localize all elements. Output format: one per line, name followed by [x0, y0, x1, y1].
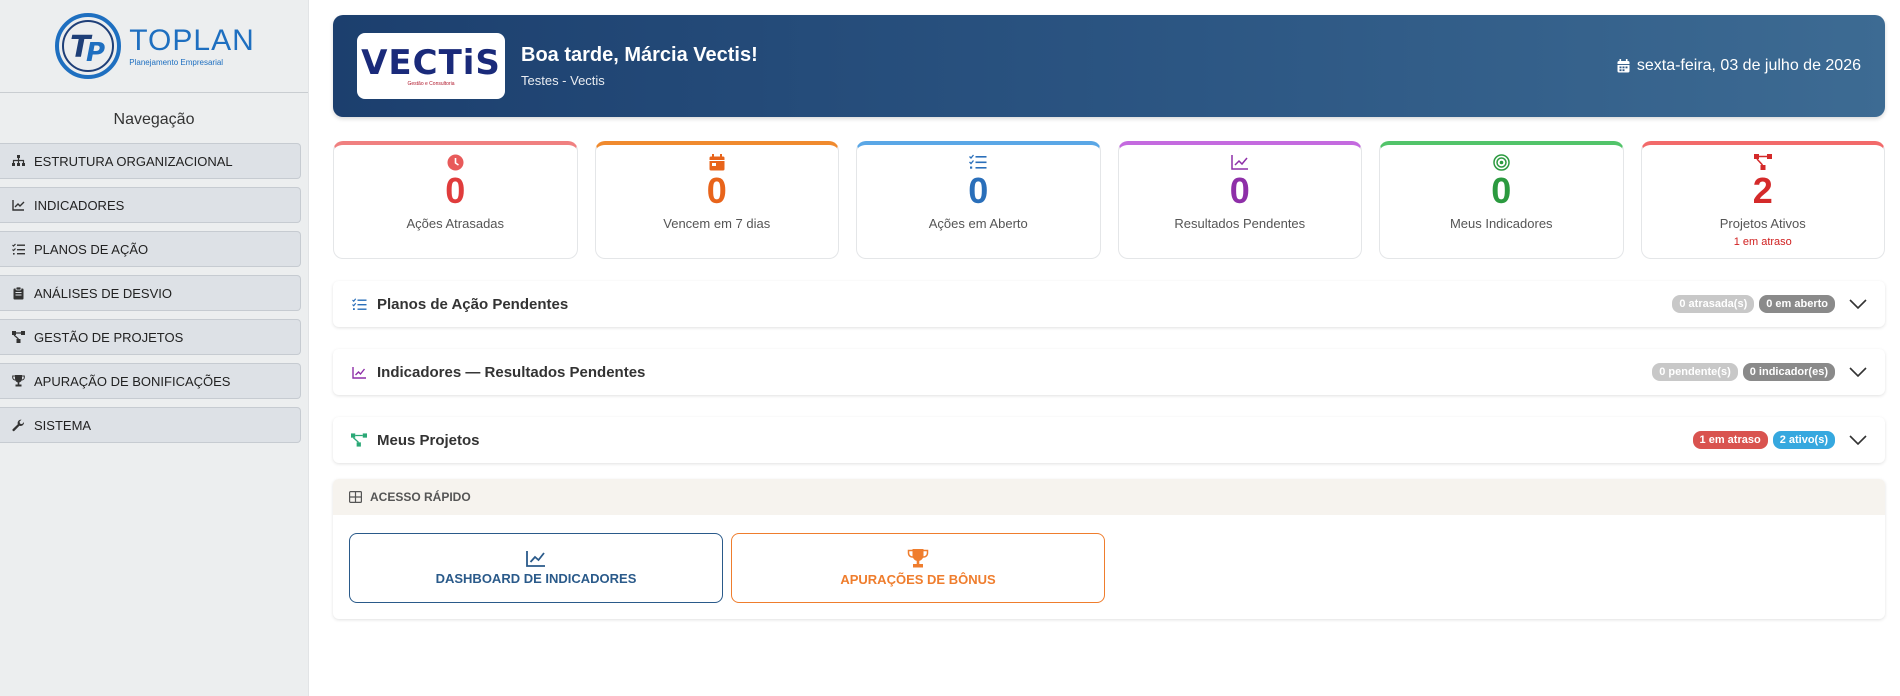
- company-logo-name: VECTiS: [361, 42, 501, 83]
- sidebar-item-label: ANÁLISES DE DESVIO: [34, 285, 172, 301]
- brand-tagline: Planejamento Empresarial: [129, 57, 224, 67]
- badge-pendentes: 0 pendente(s): [1652, 363, 1738, 381]
- chevron-down-icon[interactable]: [1849, 295, 1867, 313]
- button-label: DASHBOARD DE INDICADORES: [435, 571, 637, 586]
- stat-label: Meus Indicadores: [1449, 216, 1553, 231]
- badge-ativos: 2 ativo(s): [1772, 431, 1835, 449]
- stat-value: 0: [445, 170, 466, 211]
- stat-card-resultados-pendentes[interactable]: 0 Resultados Pendentes: [1117, 141, 1362, 259]
- chart-line-icon: [1231, 153, 1249, 171]
- stat-label: Ações Atrasadas: [406, 216, 505, 231]
- clock-icon: [447, 153, 464, 171]
- section-planos-de-acao[interactable]: Planos de Ação Pendentes 0 atrasada(s) 0…: [333, 281, 1885, 327]
- calendar-icon: [709, 153, 725, 171]
- dashboard-indicadores-button[interactable]: DASHBOARD DE INDICADORES: [349, 533, 723, 603]
- sidebar-item-label: SISTEMA: [34, 417, 92, 433]
- chevron-down-icon[interactable]: [1849, 431, 1867, 449]
- section-indicadores[interactable]: Indicadores — Resultados Pendentes 0 pen…: [333, 349, 1885, 395]
- project-diagram-icon: [351, 432, 367, 448]
- nav-list: ESTRUTURA ORGANIZACIONAL INDICADORES PLA…: [0, 143, 308, 443]
- badge-indicadores: 0 indicador(es): [1742, 363, 1835, 381]
- apuracoes-bonus-button[interactable]: APURAÇÕES DE BÔNUS: [731, 533, 1105, 603]
- main-content: VECTiS Gestão e Consultoria Boa tarde, M…: [333, 15, 1885, 619]
- wrench-icon: [10, 417, 26, 433]
- sidebar: T P TOPLAN Planejamento Empresarial Nave…: [0, 0, 309, 696]
- section-title: Planos de Ação Pendentes: [377, 295, 569, 313]
- badge-em-atraso: 1 em atraso: [1692, 431, 1768, 449]
- greeting: Boa tarde, Márcia Vectis!: [521, 44, 758, 66]
- brand-name: TOPLAN: [129, 23, 255, 57]
- svg-text:P: P: [86, 38, 105, 68]
- sidebar-item-label: APURAÇÃO DE BONIFICAÇÕES: [34, 373, 231, 389]
- section-title: Indicadores — Resultados Pendentes: [377, 363, 646, 381]
- sidebar-item-sistema[interactable]: SISTEMA: [0, 407, 301, 443]
- quick-access-panel: ACESSO RÁPIDO DASHBOARD DE INDICADORES A…: [333, 479, 1885, 619]
- stat-cards: 0 Ações Atrasadas 0 Vencem em 7 dias 0 A…: [333, 141, 1885, 259]
- stat-label: Projetos Ativos: [1719, 216, 1806, 231]
- stat-card-acoes-em-aberto[interactable]: 0 Ações em Aberto: [856, 141, 1101, 259]
- stat-note: 1 em atraso: [1733, 236, 1792, 248]
- quick-access-header: ACESSO RÁPIDO: [333, 479, 1885, 515]
- sidebar-item-label: PLANOS DE AÇÃO: [34, 241, 149, 257]
- calendar-icon: [1617, 59, 1630, 73]
- stat-card-projetos-ativos[interactable]: 2 Projetos Ativos 1 em atraso: [1640, 141, 1885, 259]
- stat-card-acoes-atrasadas[interactable]: 0 Ações Atrasadas: [333, 141, 578, 259]
- logo[interactable]: T P TOPLAN Planejamento Empresarial: [0, 0, 308, 93]
- quick-access-title: ACESSO RÁPIDO: [370, 490, 471, 504]
- stat-value: 2: [1752, 170, 1773, 211]
- stat-card-meus-indicadores[interactable]: 0 Meus Indicadores: [1379, 141, 1624, 259]
- line-chart-icon: [10, 197, 26, 213]
- date-text: sexta-feira, 03 de julho de 2026: [1636, 57, 1861, 74]
- grid-icon: [349, 491, 362, 503]
- section-title: Meus Projetos: [377, 431, 480, 449]
- company-name: Testes - Vectis: [521, 73, 605, 88]
- company-logo-sub: Gestão e Consultoria: [407, 80, 455, 87]
- stat-label: Vencem em 7 dias: [663, 216, 771, 231]
- sidebar-item-label: INDICADORES: [34, 197, 125, 213]
- chevron-down-icon[interactable]: [1849, 363, 1867, 381]
- list-check-icon: [10, 241, 26, 257]
- stat-card-vencem-7-dias[interactable]: 0 Vencem em 7 dias: [594, 141, 839, 259]
- stat-label: Resultados Pendentes: [1174, 216, 1306, 231]
- sidebar-item-analises[interactable]: ANÁLISES DE DESVIO: [0, 275, 301, 311]
- button-label: APURAÇÕES DE BÔNUS: [840, 572, 996, 587]
- target-icon: [1493, 153, 1510, 171]
- sidebar-item-planos[interactable]: PLANOS DE AÇÃO: [0, 231, 301, 267]
- trophy-icon: [10, 373, 26, 389]
- clipboard-icon: [10, 285, 26, 301]
- badge-em-aberto: 0 em aberto: [1759, 295, 1835, 313]
- welcome-banner: VECTiS Gestão e Consultoria Boa tarde, M…: [333, 15, 1885, 117]
- list-check-icon: [351, 296, 367, 312]
- sidebar-item-estrutura[interactable]: ESTRUTURA ORGANIZACIONAL: [0, 143, 301, 179]
- sidebar-item-bonificacoes[interactable]: APURAÇÃO DE BONIFICAÇÕES: [0, 363, 301, 399]
- sidebar-item-label: ESTRUTURA ORGANIZACIONAL: [34, 153, 233, 169]
- stat-value: 0: [1491, 170, 1512, 211]
- current-date: sexta-feira, 03 de julho de 2026: [1617, 57, 1861, 75]
- toplan-logo-icon: T P: [55, 13, 122, 79]
- diagram-icon: [10, 329, 26, 345]
- sitemap-icon: [10, 153, 26, 169]
- company-logo: VECTiS Gestão e Consultoria: [357, 33, 505, 99]
- task-list-icon: [969, 153, 987, 171]
- stat-label: Ações em Aberto: [928, 216, 1028, 231]
- stat-value: 0: [968, 170, 989, 211]
- badge-atrasadas: 0 atrasada(s): [1672, 295, 1755, 313]
- project-diagram-icon: [1753, 153, 1772, 171]
- chart-line-icon: [526, 551, 545, 567]
- trophy-icon: [907, 549, 929, 568]
- sidebar-item-label: GESTÃO DE PROJETOS: [34, 329, 184, 345]
- stat-value: 0: [706, 170, 727, 211]
- section-meus-projetos[interactable]: Meus Projetos 1 em atraso 2 ativo(s): [333, 417, 1885, 463]
- sidebar-item-projetos[interactable]: GESTÃO DE PROJETOS: [0, 319, 301, 355]
- sidebar-item-indicadores[interactable]: INDICADORES: [0, 187, 301, 223]
- nav-title: Navegação: [113, 111, 195, 128]
- line-chart-icon: [351, 364, 367, 380]
- stat-value: 0: [1229, 170, 1250, 211]
